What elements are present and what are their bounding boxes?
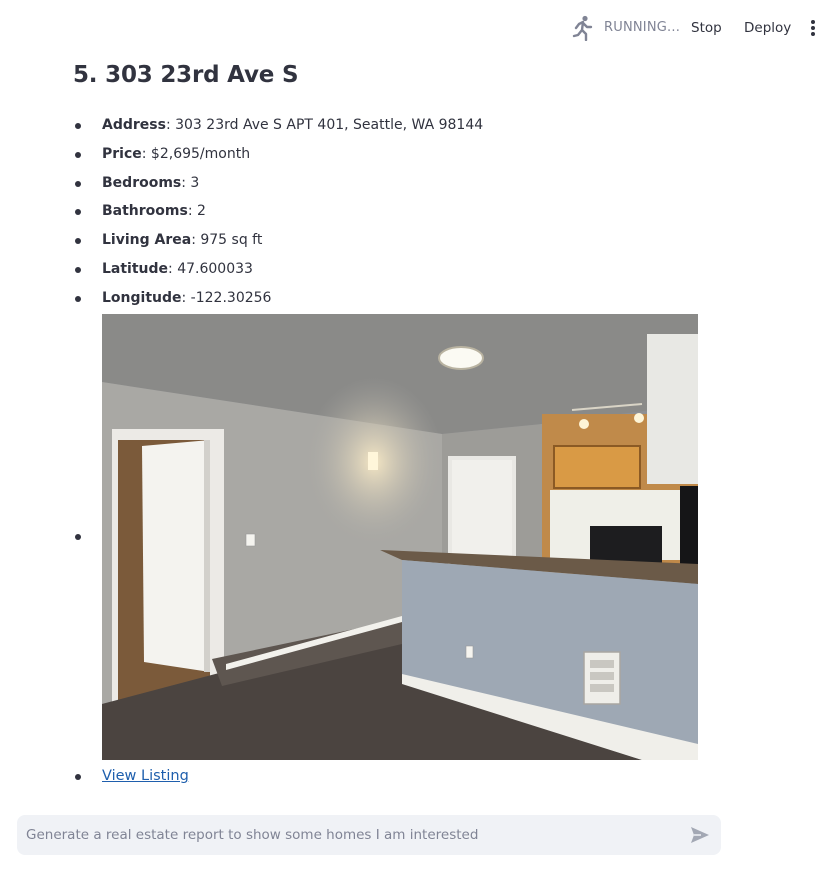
detail-value: : 3	[181, 175, 200, 191]
view-listing-link[interactable]: View Listing	[102, 768, 189, 784]
bullet	[75, 238, 81, 244]
more-vertical-icon[interactable]	[806, 18, 820, 38]
bullet	[75, 209, 81, 215]
list-item-price: Price: $2,695/month	[102, 146, 250, 162]
stop-button[interactable]: Stop	[691, 20, 722, 36]
send-icon[interactable]	[689, 825, 711, 845]
detail-label: Latitude	[102, 261, 169, 277]
list-item-living-area: Living Area: 975 sq ft	[102, 232, 262, 248]
list-item-bedrooms: Bedrooms: 3	[102, 175, 199, 191]
detail-value: : $2,695/month	[141, 146, 251, 162]
detail-value: : 2	[187, 203, 206, 219]
bullet	[75, 267, 81, 273]
detail-value: : 47.600033	[168, 261, 253, 277]
listing-photo	[102, 314, 698, 760]
app-toolbar: RUNNING... Stop Deploy	[0, 0, 831, 56]
detail-label: Bathrooms	[102, 203, 188, 219]
list-item-bathrooms: Bathrooms: 2	[102, 203, 206, 219]
detail-value: : -122.30256	[181, 290, 272, 306]
running-man-icon	[572, 15, 593, 41]
status-text: RUNNING...	[604, 20, 681, 35]
detail-label: Price	[102, 146, 142, 162]
bullet	[75, 123, 81, 129]
detail-label: Address	[102, 117, 166, 133]
detail-value: : 975 sq ft	[191, 232, 263, 248]
list-item-address: Address: 303 23rd Ave S APT 401, Seattle…	[102, 117, 483, 133]
chat-input-container	[17, 815, 721, 855]
chat-input[interactable]	[26, 815, 676, 855]
detail-value: : 303 23rd Ave S APT 401, Seattle, WA 98…	[165, 117, 484, 133]
deploy-button[interactable]: Deploy	[744, 20, 791, 36]
bullet	[75, 152, 81, 158]
bullet	[75, 296, 81, 302]
bullet	[75, 181, 81, 187]
list-item-longitude: Longitude: -122.30256	[102, 290, 271, 306]
detail-label: Bedrooms	[102, 175, 182, 191]
bullet	[75, 774, 81, 780]
detail-label: Living Area	[102, 232, 192, 248]
apartment-interior-image	[102, 314, 698, 760]
detail-label: Longitude	[102, 290, 182, 306]
bullet	[75, 534, 81, 540]
listing-title: 5. 303 23rd Ave S	[73, 62, 299, 88]
list-item-latitude: Latitude: 47.600033	[102, 261, 253, 277]
